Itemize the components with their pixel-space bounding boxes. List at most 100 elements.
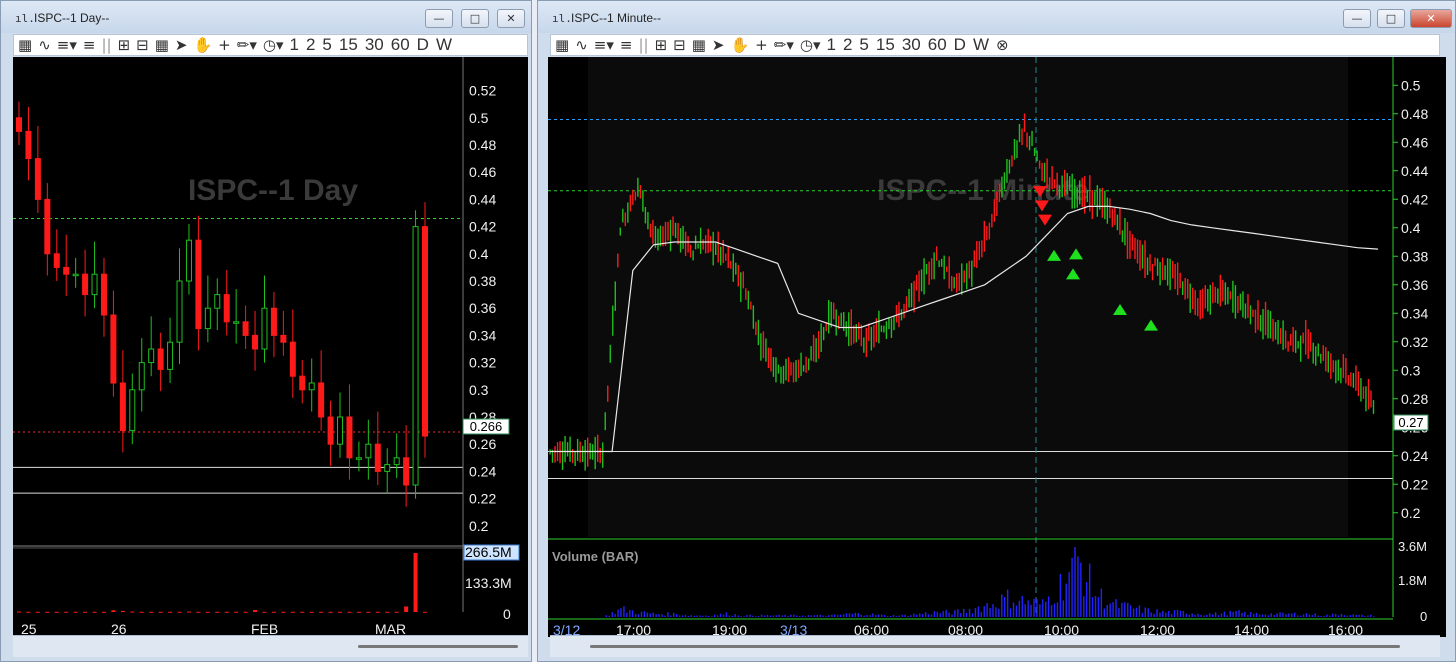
volume-bar — [737, 615, 739, 617]
volume-bar — [828, 615, 830, 617]
close-button[interactable]: ✕ — [497, 9, 525, 28]
interval-5[interactable]: 5 — [322, 35, 331, 55]
interval-2[interactable]: 2 — [306, 35, 315, 55]
crosshair-icon[interactable]: + — [218, 35, 231, 55]
volume-bar — [983, 606, 985, 617]
clock-icon[interactable]: ◷▾ — [800, 35, 821, 55]
volume-bar — [262, 611, 267, 613]
volume-bar — [904, 614, 906, 617]
price-tag-label: 0.266 — [470, 419, 503, 434]
interval-5[interactable]: 5 — [859, 35, 868, 55]
interval-60[interactable]: 60 — [391, 35, 410, 55]
interval-15[interactable]: 15 — [339, 35, 358, 55]
volume-bar — [921, 614, 924, 617]
zoom-in-icon[interactable]: ⊞ — [655, 35, 668, 55]
candle-body — [110, 314, 117, 384]
volume-bar — [617, 609, 619, 617]
maximize-button[interactable]: □ — [1377, 9, 1405, 28]
titlebar[interactable]: ıl. ISPC--1 Day-- — □ ✕ — [1, 1, 531, 33]
volume-bar — [1179, 610, 1182, 617]
interval-2[interactable]: 2 — [843, 35, 852, 55]
interval-30[interactable]: 30 — [902, 35, 921, 55]
price-axis: 0.52 0.5 0.48 0.46 0.44 0.42 0.4 0.38 0.36 0.34 0.… — [462, 57, 496, 612]
interval-d[interactable]: D — [954, 35, 966, 55]
volume-bar — [687, 615, 690, 617]
minimize-button[interactable]: — — [425, 9, 453, 28]
volume-bar — [822, 615, 824, 617]
volume-bar — [1103, 608, 1105, 617]
volume-bar — [271, 611, 276, 613]
y-tick-label: 0.34 — [469, 327, 496, 343]
volume-bar — [1203, 615, 1205, 617]
volume-bar — [857, 613, 859, 617]
volume-bar — [281, 611, 286, 613]
price-tag: 0.266 — [462, 418, 510, 435]
interval-30[interactable]: 30 — [365, 35, 384, 55]
interval-1[interactable]: 1 — [826, 35, 835, 55]
volume-bar — [626, 612, 628, 617]
volume-bar — [54, 611, 59, 613]
line-tool-icon[interactable]: ≡ — [620, 35, 633, 55]
y-tick-label: 0.36 — [469, 300, 496, 316]
interval-60[interactable]: 60 — [928, 35, 947, 55]
volume-bar — [1367, 615, 1369, 617]
zoom-out-icon[interactable]: ⊟ — [136, 35, 149, 55]
chart-type-icon[interactable]: ∿ — [575, 35, 588, 55]
volume-bar — [772, 615, 775, 617]
pointer-icon[interactable]: ➤ — [712, 35, 725, 55]
chart-type-icon[interactable]: ∿ — [38, 35, 51, 55]
close-button[interactable]: ✕ — [1410, 9, 1452, 28]
candle-body — [299, 375, 306, 391]
volume-bar — [1296, 615, 1299, 617]
y-tick-label: 0.3 — [469, 382, 489, 398]
y-tick-label: 0.34 — [1401, 305, 1428, 321]
titlebar[interactable]: ıl. ISPC--1 Minute-- — □ ✕ — [538, 1, 1455, 33]
volume-bar — [1159, 612, 1161, 617]
close-circle-icon[interactable]: ⊗ — [996, 35, 1009, 55]
zoom-fit-icon[interactable]: ▦ — [155, 35, 169, 55]
horizontal-scrollbar[interactable] — [590, 645, 1400, 648]
indicator-icon[interactable]: ≡▾ — [594, 35, 614, 55]
volume-bar — [1018, 600, 1021, 617]
hand-icon[interactable]: ✋ — [730, 35, 749, 55]
volume-bar — [1305, 613, 1308, 617]
zoom-fit-icon[interactable]: ▦ — [692, 35, 706, 55]
volume-bar — [1197, 613, 1199, 617]
volume-bar — [634, 614, 637, 617]
volume-tick-label: 133.3M — [465, 575, 512, 591]
pencil-icon[interactable]: ✏▾ — [774, 35, 794, 55]
interval-w[interactable]: W — [436, 35, 452, 55]
bar-style-icon[interactable]: ▦ — [555, 35, 569, 55]
volume-bar — [880, 614, 883, 617]
volume-bar — [889, 615, 892, 617]
window-title: ISPC--1 Minute-- — [571, 11, 662, 25]
volume-bar — [111, 610, 116, 612]
candle-body — [63, 266, 70, 275]
interval-1[interactable]: 1 — [289, 35, 298, 55]
line-tool-icon[interactable]: ≡ — [83, 35, 96, 55]
zoom-out-icon[interactable]: ⊟ — [673, 35, 686, 55]
y-tick-label: 0.5 — [1401, 77, 1421, 93]
zoom-in-icon[interactable]: ⊞ — [118, 35, 131, 55]
minimize-button[interactable]: — — [1343, 9, 1371, 28]
volume-bar — [711, 616, 713, 617]
interval-15[interactable]: 15 — [876, 35, 895, 55]
volume-bar — [1094, 596, 1097, 617]
volume-bar — [810, 615, 813, 617]
interval-d[interactable]: D — [417, 35, 429, 55]
pointer-icon[interactable]: ➤ — [175, 35, 188, 55]
maximize-button[interactable]: □ — [461, 9, 489, 28]
pencil-icon[interactable]: ✏▾ — [237, 35, 257, 55]
hand-icon[interactable]: ✋ — [193, 35, 212, 55]
crosshair-icon[interactable]: + — [755, 35, 768, 55]
volume-bar — [1188, 614, 1190, 617]
volume-bar — [338, 611, 343, 613]
interval-w[interactable]: W — [973, 35, 989, 55]
indicator-icon[interactable]: ≡▾ — [57, 35, 77, 55]
minute-chart-canvas[interactable]: ISPC--1 Minute 0.50.480.460.440.420.40.3… — [548, 57, 1446, 637]
horizontal-scrollbar[interactable] — [358, 645, 518, 648]
bar-style-icon[interactable]: ▦ — [18, 35, 32, 55]
clock-icon[interactable]: ◷▾ — [263, 35, 284, 55]
daily-chart-canvas[interactable]: ISPC--1 Day 0.520.50.480.460.440.420.40.… — [13, 57, 528, 637]
candle-body — [393, 457, 400, 466]
